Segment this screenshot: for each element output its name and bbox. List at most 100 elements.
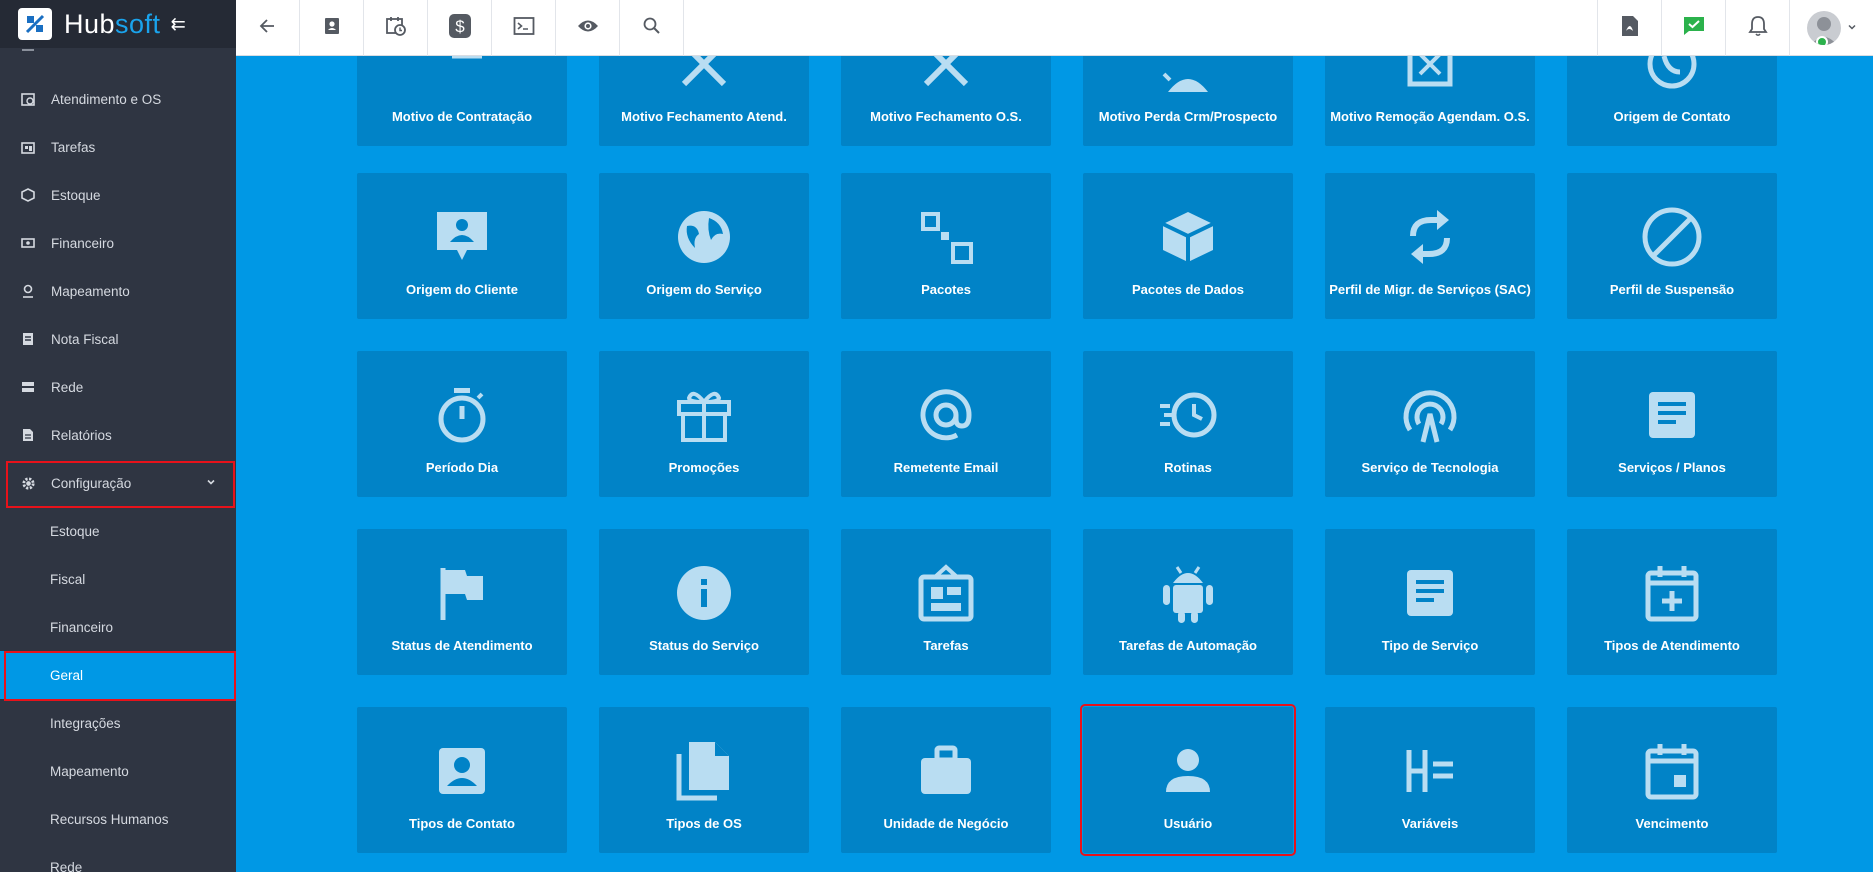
tile-motivo-remocao-agendam[interactable]: Motivo Remoção Agendam. O.S. <box>1325 56 1535 146</box>
document-icon <box>1641 384 1703 446</box>
list-icon <box>431 56 493 95</box>
tile-vencimento[interactable]: Vencimento <box>1567 707 1777 853</box>
sidebar-item-financeiro[interactable]: Financeiro <box>0 219 236 267</box>
sidebar-item-atendimento[interactable]: Atendimento e OS <box>0 75 236 123</box>
user-menu-button[interactable] <box>1789 0 1873 56</box>
search-icon <box>642 16 662 41</box>
sidebar-item-configuracao[interactable]: Configuração <box>0 459 236 507</box>
document-icon <box>1399 562 1461 624</box>
avatar <box>1806 11 1841 45</box>
tile-perfil-suspensao[interactable]: Perfil de Suspensão <box>1567 173 1777 319</box>
tile-label: Promoções <box>668 460 740 475</box>
tile-rotinas[interactable]: Rotinas <box>1083 351 1293 497</box>
sidebar-subitem-mapeamento[interactable]: Mapeamento <box>0 747 236 795</box>
sidebar-item-mapeamento[interactable]: Mapeamento <box>0 267 236 315</box>
tasks-icon <box>20 139 36 155</box>
tile-label: Vencimento <box>1635 816 1709 831</box>
tile-usuario[interactable]: Usuário <box>1080 704 1296 856</box>
tile-motivo-contratacao[interactable]: Motivo de Contratação <box>357 56 567 146</box>
sidebar-subitem-rede[interactable]: Rede <box>0 843 236 872</box>
tile-label: Tipos de Atendimento <box>1604 638 1740 653</box>
sidebar-subitem-estoque[interactable]: Estoque <box>0 507 236 555</box>
variables-icon <box>1399 740 1461 802</box>
sidebar-subitem-label: Mapeamento <box>50 763 129 779</box>
tile-motivo-fechamento-atend[interactable]: Motivo Fechamento Atend. <box>599 56 809 146</box>
contacts-button[interactable] <box>300 0 364 56</box>
tile-origem-contato[interactable]: Origem de Contato <box>1567 56 1777 146</box>
pdf-button[interactable] <box>1597 0 1661 56</box>
tile-motivo-fechamento-os[interactable]: Motivo Fechamento O.S. <box>841 56 1051 146</box>
calendar-plus-icon <box>1641 562 1703 624</box>
sidebar-item-label: Financeiro <box>51 235 115 251</box>
sidebar-item-rede[interactable]: Rede <box>0 363 236 411</box>
tile-label: Tipos de OS <box>666 816 742 831</box>
search-button[interactable] <box>620 0 684 56</box>
schedule-button[interactable] <box>364 0 428 56</box>
tile-status-atendimento[interactable]: Status de Atendimento <box>357 529 567 675</box>
briefcase-icon <box>915 740 977 802</box>
tile-tarefas[interactable]: Tarefas <box>841 529 1051 675</box>
tile-promocoes[interactable]: Promoções <box>599 351 809 497</box>
tile-pacotes[interactable]: Pacotes <box>841 173 1051 319</box>
tile-remetente-email[interactable]: Remetente Email <box>841 351 1051 497</box>
tile-origem-cliente[interactable]: Origem do Cliente <box>357 173 567 319</box>
tile-tipos-os[interactable]: Tipos de OS <box>599 707 809 853</box>
brand-header: Hubsoft ⇇ <box>0 0 236 48</box>
tile-perfil-migr-servicos[interactable]: Perfil de Migr. de Serviços (SAC) <box>1325 173 1535 319</box>
box-icon <box>20 187 36 203</box>
user-icon <box>1157 740 1219 802</box>
dollar-icon: $ <box>448 13 472 44</box>
sidebar-subitem-label: Geral <box>50 667 84 683</box>
sidebar-subitem-label: Rede <box>50 859 83 872</box>
tile-tarefas-automacao[interactable]: Tarefas de Automação <box>1083 529 1293 675</box>
tile-origem-servico[interactable]: Origem do Serviço <box>599 173 809 319</box>
sidebar-item-tarefas[interactable]: Tarefas <box>0 123 236 171</box>
financial-button[interactable]: $ <box>428 0 492 56</box>
sidebar-subitem-fiscal[interactable]: Fiscal <box>0 555 236 603</box>
tile-label: Unidade de Negócio <box>883 816 1009 831</box>
sidebar-item-estoque[interactable]: Estoque <box>0 171 236 219</box>
tile-unidade-negocio[interactable]: Unidade de Negócio <box>841 707 1051 853</box>
scrolled-item-edge <box>0 47 236 53</box>
tile-tipo-servico[interactable]: Tipo de Serviço <box>1325 529 1535 675</box>
chevron-down-icon <box>1847 19 1857 37</box>
back-button[interactable] <box>236 0 300 56</box>
tile-tipos-contato[interactable]: Tipos de Contato <box>357 707 567 853</box>
block-icon <box>1641 206 1703 268</box>
network-icon <box>20 379 36 395</box>
sidebar-item-label: Configuração <box>51 475 132 491</box>
messages-button[interactable] <box>1661 0 1725 56</box>
eye-icon <box>577 18 599 39</box>
whatsapp-icon <box>1641 56 1703 95</box>
gift-icon <box>673 384 735 446</box>
tile-servicos-planos[interactable]: Serviços / Planos <box>1567 351 1777 497</box>
sidebar-item-nota-fiscal[interactable]: Nota Fiscal <box>0 315 236 363</box>
collapse-menu-icon[interactable]: ⇇ <box>171 14 186 35</box>
tile-tipos-atendimento[interactable]: Tipos de Atendimento <box>1567 529 1777 675</box>
sidebar-subitem-recursos-humanos[interactable]: Recursos Humanos <box>0 795 236 843</box>
tile-motivo-perda-crm[interactable]: Motivo Perda Crm/Prospecto <box>1083 56 1293 146</box>
sidebar-subitem-financeiro[interactable]: Financeiro <box>0 603 236 651</box>
tile-label: Pacotes de Dados <box>1132 282 1244 297</box>
tile-servico-tecnologia[interactable]: Serviço de Tecnologia <box>1325 351 1535 497</box>
fast-clock-icon <box>1157 384 1219 446</box>
tile-label: Motivo de Contratação <box>391 109 533 124</box>
tile-status-servico[interactable]: Status do Serviço <box>599 529 809 675</box>
calendar-icon <box>1641 740 1703 802</box>
tile-label: Origem do Cliente <box>406 282 518 297</box>
hubsoft-logo[interactable] <box>18 8 52 40</box>
tile-variaveis[interactable]: Variáveis <box>1325 707 1535 853</box>
sidebar-subitem-integracoes[interactable]: Integrações <box>0 699 236 747</box>
sidebar-item-label: Tarefas <box>51 139 96 155</box>
tile-periodo-dia[interactable]: Período Dia <box>357 351 567 497</box>
terminal-button[interactable] <box>492 0 556 56</box>
view-button[interactable] <box>556 0 620 56</box>
notifications-button[interactable] <box>1725 0 1789 56</box>
sidebar-subitem-geral[interactable]: Geral <box>0 651 236 699</box>
calendar-clock-icon <box>20 91 36 107</box>
tile-label: Motivo Fechamento O.S. <box>870 109 1022 124</box>
tile-label: Tipos de Contato <box>409 816 515 831</box>
at-icon <box>915 384 977 446</box>
tile-pacotes-dados[interactable]: Pacotes de Dados <box>1083 173 1293 319</box>
sidebar-item-relatorios[interactable]: Relatórios <box>0 411 236 459</box>
